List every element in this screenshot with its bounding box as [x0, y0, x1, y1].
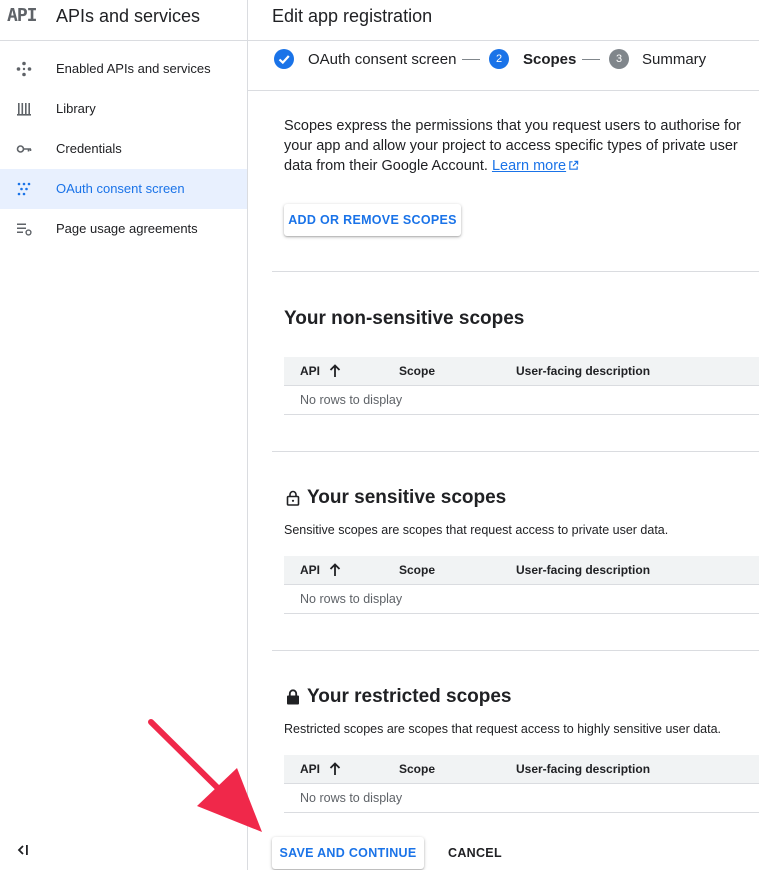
- restricted-scopes-title: Your restricted scopes: [307, 686, 512, 707]
- step-done-check-icon: [274, 49, 294, 69]
- learn-more-link[interactable]: Learn more: [492, 158, 566, 174]
- page-header: Edit app registration: [248, 0, 759, 41]
- column-description[interactable]: User-facing description: [516, 563, 650, 577]
- column-api[interactable]: API: [300, 364, 320, 378]
- column-api[interactable]: API: [300, 563, 320, 577]
- empty-message: No rows to display: [300, 592, 403, 606]
- save-and-continue-label: SAVE AND CONTINUE: [279, 846, 417, 860]
- restricted-scopes-table: API Scope User-facing description No row…: [284, 755, 759, 813]
- step-number-badge: 2: [489, 49, 509, 69]
- add-remove-scopes-button[interactable]: ADD OR REMOVE SCOPES: [284, 204, 461, 236]
- sort-ascending-icon[interactable]: [328, 562, 342, 578]
- column-scope[interactable]: Scope: [399, 364, 435, 378]
- lock-icon: [287, 689, 299, 705]
- column-description[interactable]: User-facing description: [516, 364, 650, 378]
- sensitive-scopes-title: Your sensitive scopes: [307, 487, 507, 508]
- sensitive-scopes-description: Sensitive scopes are scopes that request…: [284, 523, 669, 537]
- sidebar: API APIs and services Enabled APIs and s…: [0, 0, 248, 870]
- sidebar-item-label: OAuth consent screen: [56, 181, 185, 196]
- diamond-dots-icon: [16, 61, 32, 77]
- step-separator: [582, 59, 600, 60]
- step-separator: [462, 59, 480, 60]
- table-header: API Scope User-facing description: [284, 357, 759, 386]
- empty-message: No rows to display: [300, 791, 403, 805]
- external-link-icon: [569, 160, 579, 170]
- table-border: [284, 414, 759, 415]
- sensitive-scopes-table: API Scope User-facing description No row…: [284, 556, 759, 614]
- oauth-dots-icon: [17, 182, 31, 196]
- collapse-sidebar-icon[interactable]: [14, 841, 32, 859]
- non-sensitive-scopes-table: API Scope User-facing description No row…: [284, 357, 759, 415]
- sidebar-item-label: Enabled APIs and services: [56, 61, 211, 76]
- lock-open-icon: [286, 490, 300, 506]
- table-header: API Scope User-facing description: [284, 755, 759, 784]
- cancel-button[interactable]: CANCEL: [448, 846, 502, 860]
- stepper: OAuth consent screen 2 Scopes 3 Summary: [248, 41, 759, 91]
- page-title: Edit app registration: [272, 6, 433, 26]
- sidebar-item-credentials[interactable]: Credentials: [0, 129, 247, 169]
- sidebar-item-enabled-apis[interactable]: Enabled APIs and services: [0, 49, 247, 89]
- sidebar-item-oauth-consent[interactable]: OAuth consent screen: [0, 169, 247, 209]
- column-description[interactable]: User-facing description: [516, 762, 650, 776]
- add-remove-scopes-label: ADD OR REMOVE SCOPES: [288, 213, 457, 227]
- settings-list-icon: [17, 223, 32, 236]
- sort-ascending-icon[interactable]: [328, 363, 342, 379]
- sidebar-item-label: Library: [56, 101, 96, 116]
- sidebar-item-page-usage[interactable]: Page usage agreements: [0, 209, 247, 249]
- step-oauth-consent[interactable]: OAuth consent screen: [308, 51, 456, 68]
- column-api[interactable]: API: [300, 762, 320, 776]
- intro-text: Scopes express the permissions that you …: [284, 116, 759, 176]
- non-sensitive-scopes-title: Your non-sensitive scopes: [284, 308, 525, 329]
- table-border: [284, 812, 759, 813]
- column-scope[interactable]: Scope: [399, 762, 435, 776]
- sidebar-header: API APIs and services: [0, 0, 247, 41]
- empty-message: No rows to display: [300, 393, 403, 407]
- sidebar-title: APIs and services: [56, 6, 201, 26]
- step-scopes[interactable]: Scopes: [523, 51, 576, 68]
- api-logo: API: [7, 5, 37, 26]
- sidebar-item-label: Page usage agreements: [56, 221, 198, 236]
- step-number-badge: 3: [609, 49, 629, 69]
- step-summary[interactable]: Summary: [642, 51, 706, 68]
- section-divider: [272, 271, 759, 272]
- table-border: [284, 613, 759, 614]
- table-header: API Scope User-facing description: [284, 556, 759, 585]
- sidebar-item-label: Credentials: [56, 141, 122, 156]
- library-icon: [17, 103, 31, 116]
- sidebar-item-library[interactable]: Library: [0, 89, 247, 129]
- section-divider: [272, 650, 759, 651]
- section-divider: [272, 451, 759, 452]
- learn-more-label: Learn more: [491, 158, 567, 174]
- column-scope[interactable]: Scope: [399, 563, 435, 577]
- restricted-scopes-description: Restricted scopes are scopes that reques…: [284, 722, 722, 736]
- sort-ascending-icon[interactable]: [328, 761, 342, 777]
- save-and-continue-button[interactable]: SAVE AND CONTINUE: [272, 837, 424, 869]
- key-icon: [16, 145, 32, 153]
